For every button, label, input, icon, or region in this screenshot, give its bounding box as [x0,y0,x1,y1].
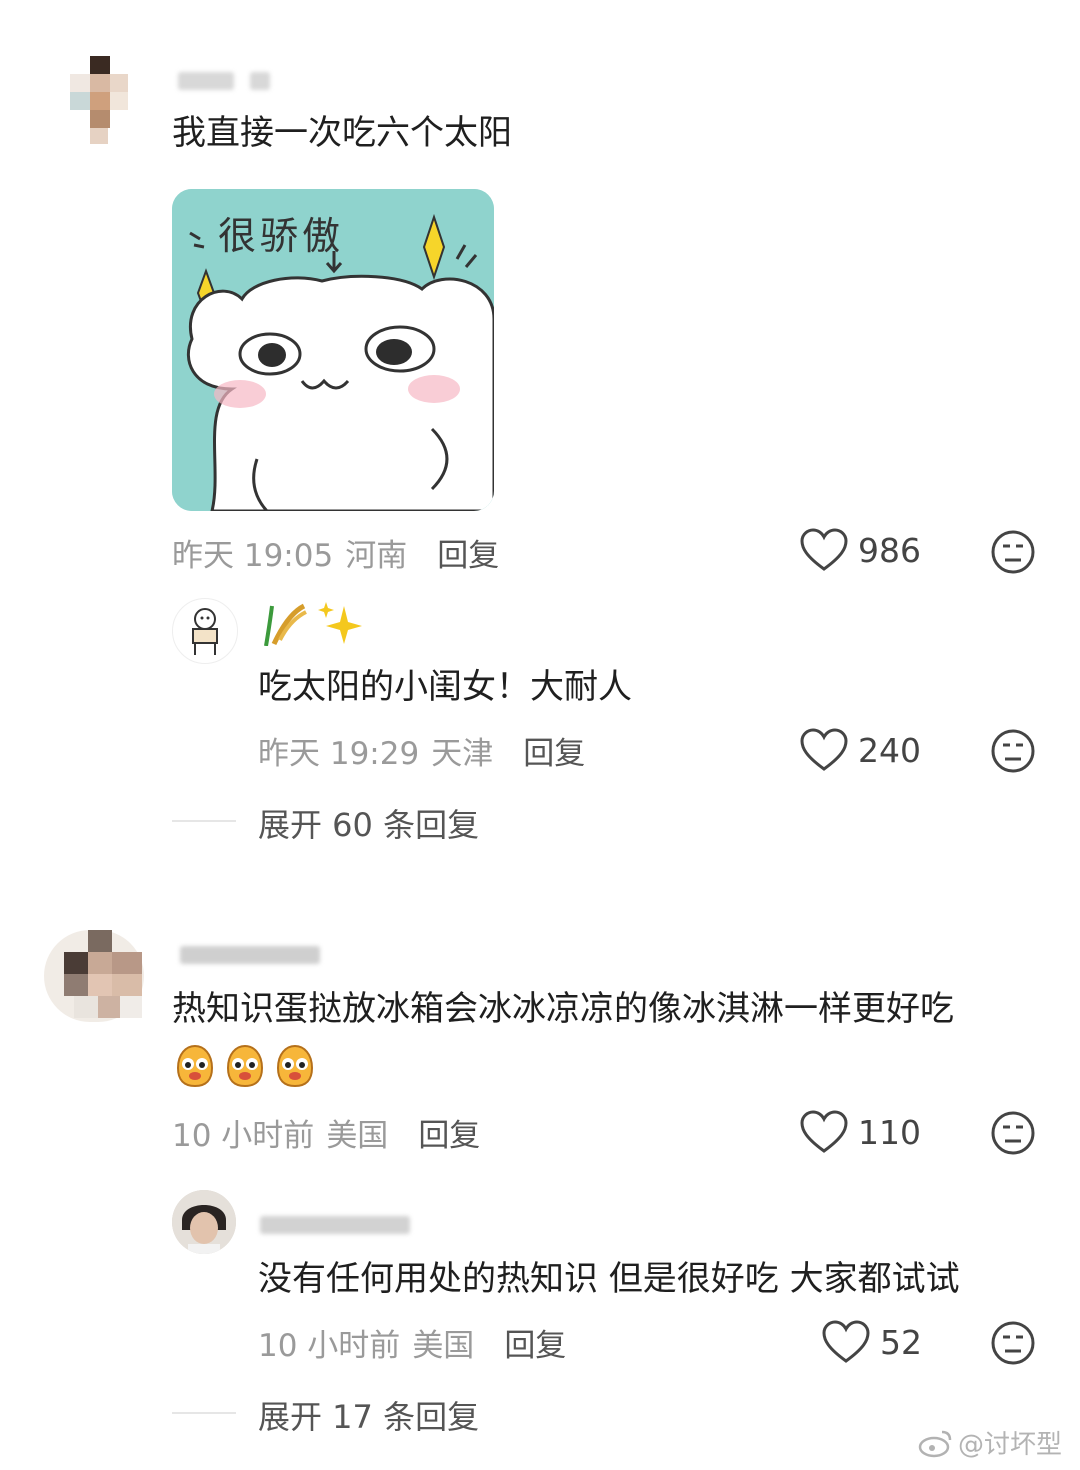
reply-username-emoji[interactable] [258,600,364,646]
comment-text: 热知识蛋挞放冰箱会冰冰凉凉的像冰淇淋一样更好吃 [172,989,954,1029]
reply-button[interactable]: 回复 [523,728,585,773]
heart-outline-icon [800,528,848,571]
reply-button[interactable]: 回复 [437,530,499,575]
reply-text: 没有任何用处的热知识 但是很好吃 大家都试试 [258,1259,960,1299]
comment-text: 我直接一次吃六个太阳 [172,113,512,153]
watermark: @讨坏型 [918,1424,1062,1461]
expand-replies-button[interactable]: 展开 60 条回复 [258,800,479,846]
watermark-text: @讨坏型 [958,1430,1063,1460]
reply-meta: 昨天 19:29 天津 回复 [258,728,585,773]
reply-time: 10 小时前 [258,1328,401,1364]
drooling-face-icon [226,1044,264,1088]
reply-button[interactable]: 回复 [418,1110,480,1155]
meh-face-icon [991,729,1035,773]
comment-1: 我直接一次吃六个太阳 很骄傲 昨天 19:05 河南 回复 986 吃太阳的小闺… [0,0,1080,860]
username-blurred[interactable] [180,946,320,964]
reply-avatar[interactable] [172,598,238,664]
heart-outline-icon [800,728,848,771]
comment-location: 美国 [326,1118,389,1154]
reply-location: 天津 [431,736,494,772]
sticker-image[interactable]: 很骄傲 [172,189,494,511]
comment-avatar[interactable] [44,930,144,1022]
sparkles-icon [318,602,362,644]
reply-button[interactable]: 回复 [504,1320,566,1365]
dislike-button[interactable] [990,728,1036,778]
drooling-face-icon [276,1044,314,1088]
reply-meta: 10 小时前 美国 回复 [258,1320,566,1365]
like-count: 986 [858,530,921,570]
meh-face-icon [991,1111,1035,1155]
reply-time: 昨天 19:29 [258,736,420,772]
comment-2: 热知识蛋挞放冰箱会冰冰凉凉的像冰淇淋一样更好吃 10 小时前 美国 回复 110… [0,900,1080,1440]
like-count: 240 [858,730,921,770]
rice-plant-icon [264,603,307,646]
like-count: 52 [880,1322,922,1362]
reply-text: 吃太阳的小闺女！大耐人 [258,667,632,707]
expand-replies-button[interactable]: 展开 17 条回复 [258,1392,479,1438]
emoji-row [172,1042,318,1088]
heart-outline-icon [800,1110,848,1153]
comment-location: 河南 [345,538,408,574]
drooling-face-icon [176,1044,214,1088]
like-count: 110 [858,1112,921,1152]
person-avatar-icon [172,1190,236,1254]
meh-face-icon [991,530,1035,574]
dislike-button[interactable] [990,1320,1036,1370]
expand-divider [172,1412,236,1414]
like-button[interactable]: 240 [800,728,921,772]
comment-meta: 昨天 19:05 河南 回复 [172,530,499,575]
dislike-button[interactable] [990,529,1036,579]
expand-divider [172,820,236,822]
like-button[interactable]: 52 [822,1320,922,1364]
username-blurred[interactable] [178,72,234,90]
like-button[interactable]: 110 [800,1110,921,1154]
username-blurred[interactable] [260,1216,410,1234]
comment-time: 昨天 19:05 [172,538,334,574]
comment-meta: 10 小时前 美国 回复 [172,1110,480,1155]
comment-avatar[interactable] [70,56,128,144]
username-blurred-2 [250,72,270,90]
dislike-button[interactable] [990,1110,1036,1160]
meh-face-icon [991,1321,1035,1365]
sticker-caption: 很骄傲 [218,214,345,258]
like-button[interactable]: 986 [800,528,921,572]
reply-avatar[interactable] [172,1190,236,1254]
heart-outline-icon [822,1320,870,1363]
bear-avatar-icon [192,608,218,655]
comment-time: 10 小时前 [172,1118,315,1154]
weibo-logo-icon [918,1430,952,1457]
reply-location: 美国 [412,1328,475,1364]
